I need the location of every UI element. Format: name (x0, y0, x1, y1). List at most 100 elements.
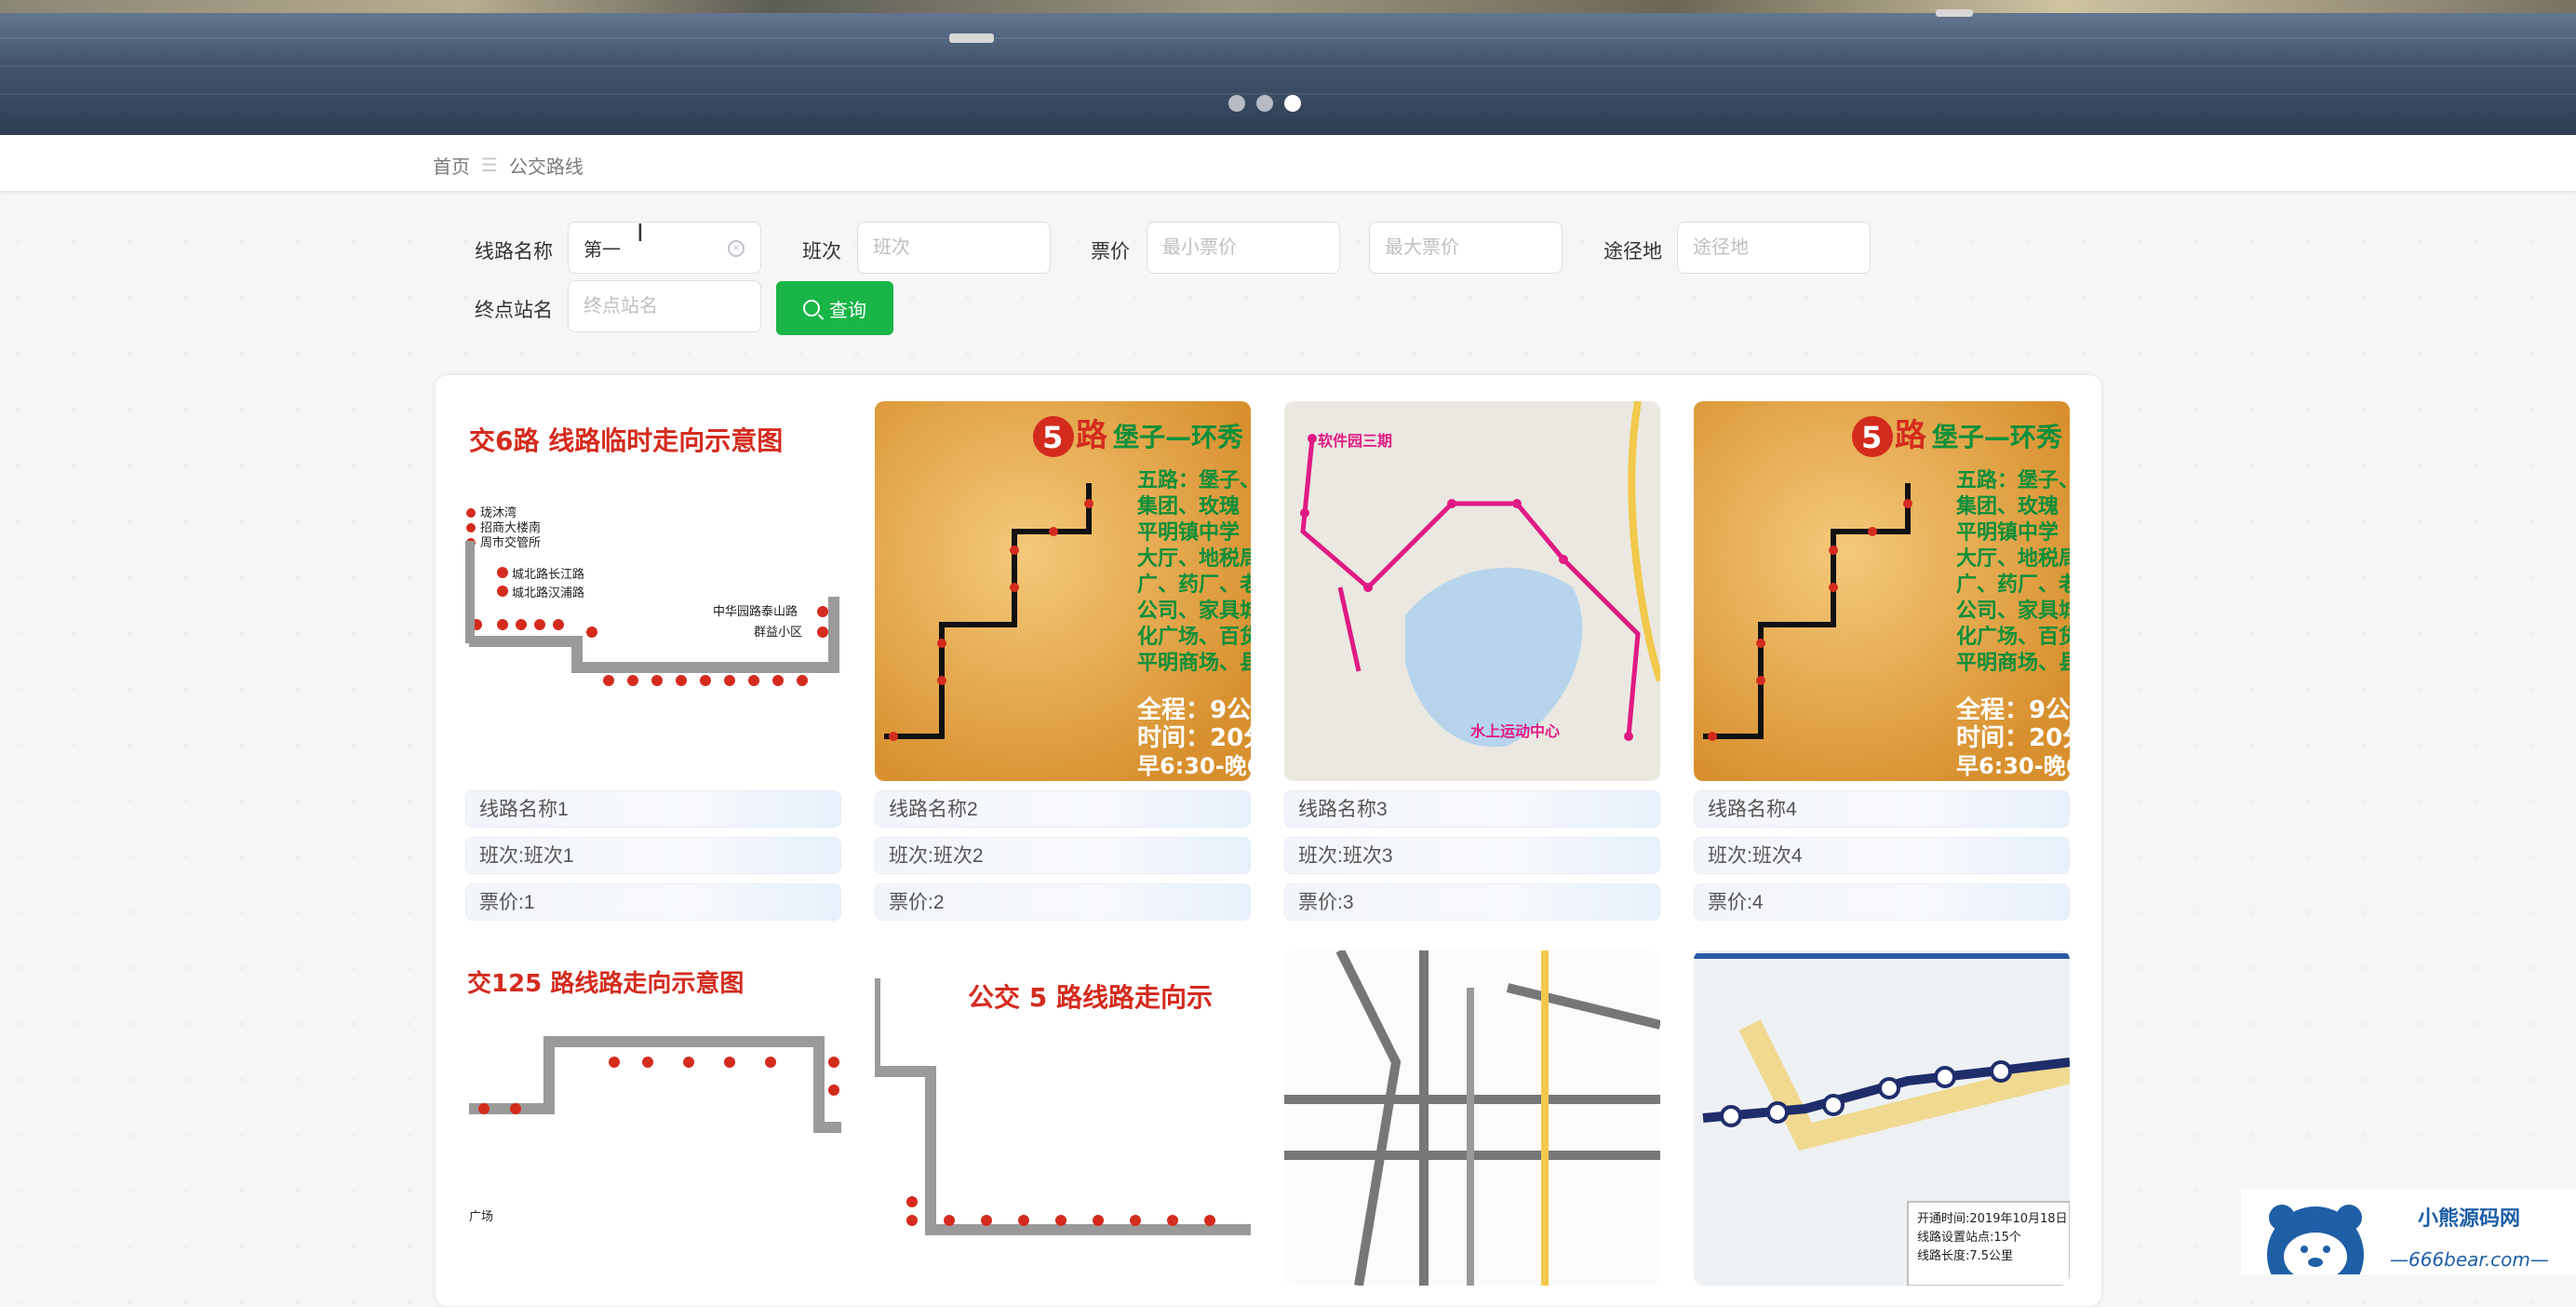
svg-text:广、药厂、老: 广、药厂、老 (1956, 573, 2070, 597)
svg-text:平明镇中学: 平明镇中学 (1137, 520, 1240, 545)
svg-text:平明商场、县: 平明商场、县 (1137, 651, 1251, 675)
svg-text:公司、家具城: 公司、家具城 (1137, 599, 1251, 623)
banner-boat (1936, 9, 1973, 17)
terminal-input[interactable] (568, 280, 761, 332)
route-shift: 班次:班次2 (875, 837, 1251, 874)
svg-text:集团、玫瑰: 集团、玫瑰 (1136, 494, 1240, 519)
carousel-dot-1[interactable] (1228, 95, 1245, 112)
map-line2: 线路设置站点:15个 (1917, 1230, 2021, 1245)
route-card[interactable]: 交6路 线路临时走向示意图 珑沐湾 招商大楼南 周市交管所 城北路长江路 城北路… (465, 401, 841, 923)
svg-text:大厅、地税局: 大厅、地税局 (1956, 546, 2070, 571)
watermark-url: —666bear.com— (2390, 1248, 2549, 1271)
route-map-image[interactable]: 公交 5 路线路走向示 (875, 950, 1251, 1286)
route-map-image[interactable]: 交125 路线路走向示意图 广场 (465, 950, 841, 1286)
route-map-image[interactable] (1284, 950, 1660, 1286)
route-shift: 班次:班次1 (465, 837, 841, 874)
route-shift: 班次:班次3 (1284, 837, 1660, 874)
map-footer: 全程：9公里 (1136, 695, 1251, 724)
via-label: 途径地 (1603, 241, 1662, 263)
svg-text:集团、玫瑰: 集团、玫瑰 (1955, 494, 2059, 519)
route-card[interactable]: 5 路 堡子—环秀 五路：堡子、 集团、玫瑰 平明镇中学 大厅、地税局 广、药厂、老公… (1694, 401, 2070, 923)
route-card[interactable]: 公交 5 路线路走向示 (875, 950, 1251, 1286)
svg-text:五路：堡子、: 五路：堡子、 (1137, 468, 1251, 492)
svg-text:化广场、百货: 化广场、百货 (1956, 625, 2070, 649)
svg-text:化广场、百货: 化广场、百货 (1137, 625, 1251, 649)
svg-text:群益小区: 群益小区 (754, 626, 802, 640)
max-price-input[interactable] (1369, 222, 1563, 274)
route-price: 票价:1 (465, 883, 841, 921)
route-map-image[interactable]: 软件园三期 水上运动中心 (1284, 401, 1660, 781)
map-footer: 全程：9公里 (1955, 695, 2070, 724)
map-time: 时间：20分 (1956, 724, 2070, 752)
map-hours: 早6:30-晚6 (1956, 753, 2070, 779)
svg-text:公司、家具城: 公司、家具城 (1956, 599, 2070, 623)
svg-text:中华园路泰山路: 中华园路泰山路 (713, 604, 798, 619)
route-map-image[interactable]: 5 路 堡子—环秀 五路：堡子、 集团、玫瑰 平明镇中学 大厅、地税局 广、药厂、老公… (875, 401, 1251, 781)
svg-text:5: 5 (1042, 420, 1063, 455)
via-input[interactable] (1677, 222, 1871, 274)
svg-text:招商大楼南: 招商大楼南 (480, 520, 541, 535)
banner-shoreline (0, 0, 2576, 13)
svg-text:大厅、地税局: 大厅、地税局 (1137, 546, 1251, 571)
map-title: 开通时间:2019年10月18日 (1917, 1212, 2068, 1226)
svg-text:广场: 广场 (469, 1210, 493, 1224)
shift-input[interactable] (857, 222, 1051, 274)
route-card[interactable]: 开通时间:2019年10月18日 线路设置站点:15个 线路长度:7.5公里 (1694, 950, 2070, 1286)
map-time: 时间：20分 (1137, 724, 1251, 752)
svg-text:堡子—环秀: 堡子—环秀 (1113, 422, 1243, 452)
breadcrumb-separator-icon: ☰ (481, 155, 498, 176)
carousel-dot-2[interactable] (1256, 95, 1273, 112)
site-watermark-logo: 小熊源码网 —666bear.com— (2241, 1190, 2576, 1303)
route-price: 票价:3 (1284, 883, 1660, 921)
banner-boat (949, 34, 994, 43)
svg-text:平明镇中学: 平明镇中学 (1956, 520, 2059, 545)
map-title: 交6路 线路临时走向示意图 (469, 425, 783, 456)
route-results-panel: 交6路 线路临时走向示意图 珑沐湾 招商大楼南 周市交管所 城北路长江路 城北路… (435, 374, 2102, 1307)
map-title: 交125 路线路走向示意图 (467, 969, 744, 998)
clear-input-icon[interactable]: × (728, 240, 745, 257)
carousel-indicators (1228, 95, 1301, 112)
route-price: 票价:2 (875, 883, 1251, 921)
query-button[interactable]: 查询 (776, 281, 893, 335)
breadcrumb: 首页 ☰ 公交路线 (433, 152, 584, 179)
route-card[interactable]: 5 路 堡子—环秀 五路：堡子、 集团、玫瑰 平明镇中学 大厅、地税局 广、药厂、老公… (875, 401, 1251, 923)
svg-text:路: 路 (1076, 417, 1108, 454)
breadcrumb-bar: 首页 ☰ 公交路线 (0, 135, 2576, 192)
price-label: 票价 (1091, 241, 1130, 263)
svg-text:堡子—环秀: 堡子—环秀 (1932, 422, 2062, 452)
route-name: 线路名称2 (875, 790, 1251, 828)
map-hours: 早6:30-晚6 (1137, 753, 1251, 779)
route-name-label: 线路名称 (475, 241, 553, 263)
svg-text:5: 5 (1861, 420, 1882, 455)
route-name: 线路名称1 (465, 790, 841, 828)
map-title: 公交 5 路线路走向示 (968, 982, 1213, 1013)
search-icon (803, 300, 820, 317)
svg-text:城北路汉浦路: 城北路汉浦路 (512, 586, 584, 600)
route-name: 线路名称3 (1284, 790, 1660, 828)
map-line3: 线路长度:7.5公里 (1917, 1248, 2013, 1263)
breadcrumb-home-link[interactable]: 首页 (433, 152, 470, 179)
route-price: 票价:4 (1694, 883, 2070, 921)
shift-label: 班次 (802, 241, 841, 263)
svg-text:城北路长江路: 城北路长江路 (512, 567, 584, 582)
route-map-image[interactable]: 5 路 堡子—环秀 五路：堡子、 集团、玫瑰 平明镇中学 大厅、地税局 广、药厂、老公… (1694, 401, 2070, 781)
route-map-image[interactable]: 开通时间:2019年10月18日 线路设置站点:15个 线路长度:7.5公里 (1694, 950, 2070, 1286)
route-shift: 班次:班次4 (1694, 837, 2070, 874)
route-card[interactable] (1284, 950, 1660, 1286)
carousel-dot-3[interactable] (1284, 95, 1301, 112)
min-price-input[interactable] (1147, 222, 1340, 274)
svg-text:珑沐湾: 珑沐湾 (480, 505, 517, 520)
svg-text:平明商场、县: 平明商场、县 (1956, 651, 2070, 675)
svg-text:五路：堡子、: 五路：堡子、 (1956, 468, 2070, 492)
svg-text:广、药厂、老: 广、药厂、老 (1137, 573, 1251, 597)
route-map-image[interactable]: 交6路 线路临时走向示意图 珑沐湾 招商大楼南 周市交管所 城北路长江路 城北路… (465, 401, 841, 781)
svg-text:周市交管所: 周市交管所 (480, 535, 541, 550)
terminal-label: 终点站名 (475, 300, 553, 321)
map-title: 软件园三期 (1318, 432, 1392, 450)
watermark-title: 小熊源码网 (2418, 1206, 2520, 1231)
map-footer: 水上运动中心 (1470, 722, 1560, 740)
text-cursor-icon: I (637, 220, 644, 248)
route-card[interactable]: 交125 路线路走向示意图 广场 (465, 950, 841, 1286)
route-card[interactable]: 软件园三期 水上运动中心 线路名称3 班次:班次3 票价:3 (1284, 401, 1660, 923)
breadcrumb-current: 公交路线 (508, 157, 584, 178)
